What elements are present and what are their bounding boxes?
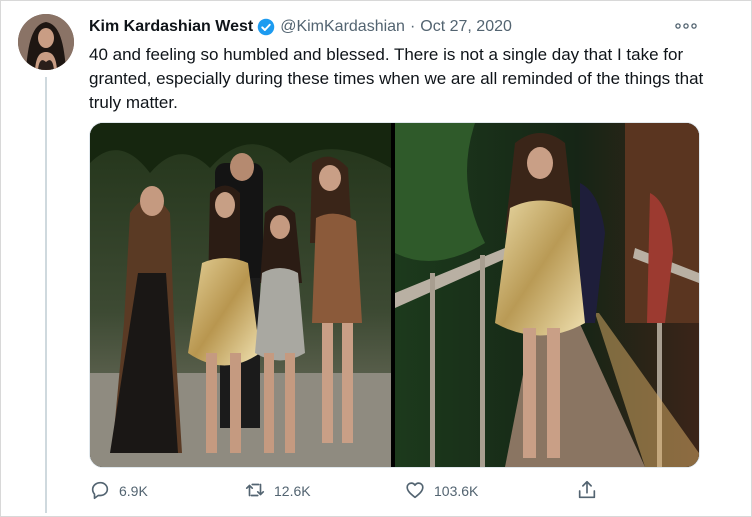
- tweet-date[interactable]: Oct 27, 2020: [420, 18, 512, 36]
- reply-button[interactable]: 6.9K: [89, 479, 148, 503]
- tweet-header: Kim Kardashian West @KimKardashian · Oct…: [89, 17, 512, 37]
- like-count: 103.6K: [434, 483, 479, 499]
- author-name[interactable]: Kim Kardashian West: [89, 18, 253, 36]
- author-handle[interactable]: @KimKardashian: [280, 18, 405, 36]
- solo-photo[interactable]: [395, 123, 699, 467]
- tweet-text: 40 and feeling so humbled and blessed. T…: [89, 45, 704, 112]
- like-icon: [404, 479, 434, 504]
- thread-line: [45, 77, 47, 513]
- reply-icon: [89, 479, 119, 504]
- dot-separator: ·: [409, 18, 416, 35]
- share-button[interactable]: [576, 479, 606, 503]
- avatar[interactable]: [18, 14, 74, 70]
- media-grid: [89, 122, 700, 468]
- reply-count: 6.9K: [119, 483, 148, 499]
- more-options-icon[interactable]: [673, 18, 699, 34]
- tweet-card[interactable]: Kim Kardashian West @KimKardashian · Oct…: [0, 0, 752, 517]
- group-photo[interactable]: [90, 123, 391, 467]
- retweet-icon: [244, 479, 274, 504]
- share-icon: [576, 479, 606, 504]
- verified-badge-icon: [257, 18, 275, 36]
- retweet-button[interactable]: 12.6K: [244, 479, 311, 503]
- like-button[interactable]: 103.6K: [404, 479, 478, 503]
- retweet-count: 12.6K: [274, 483, 311, 499]
- tweet-actions: 6.9K 12.6K 103.6K: [89, 479, 689, 503]
